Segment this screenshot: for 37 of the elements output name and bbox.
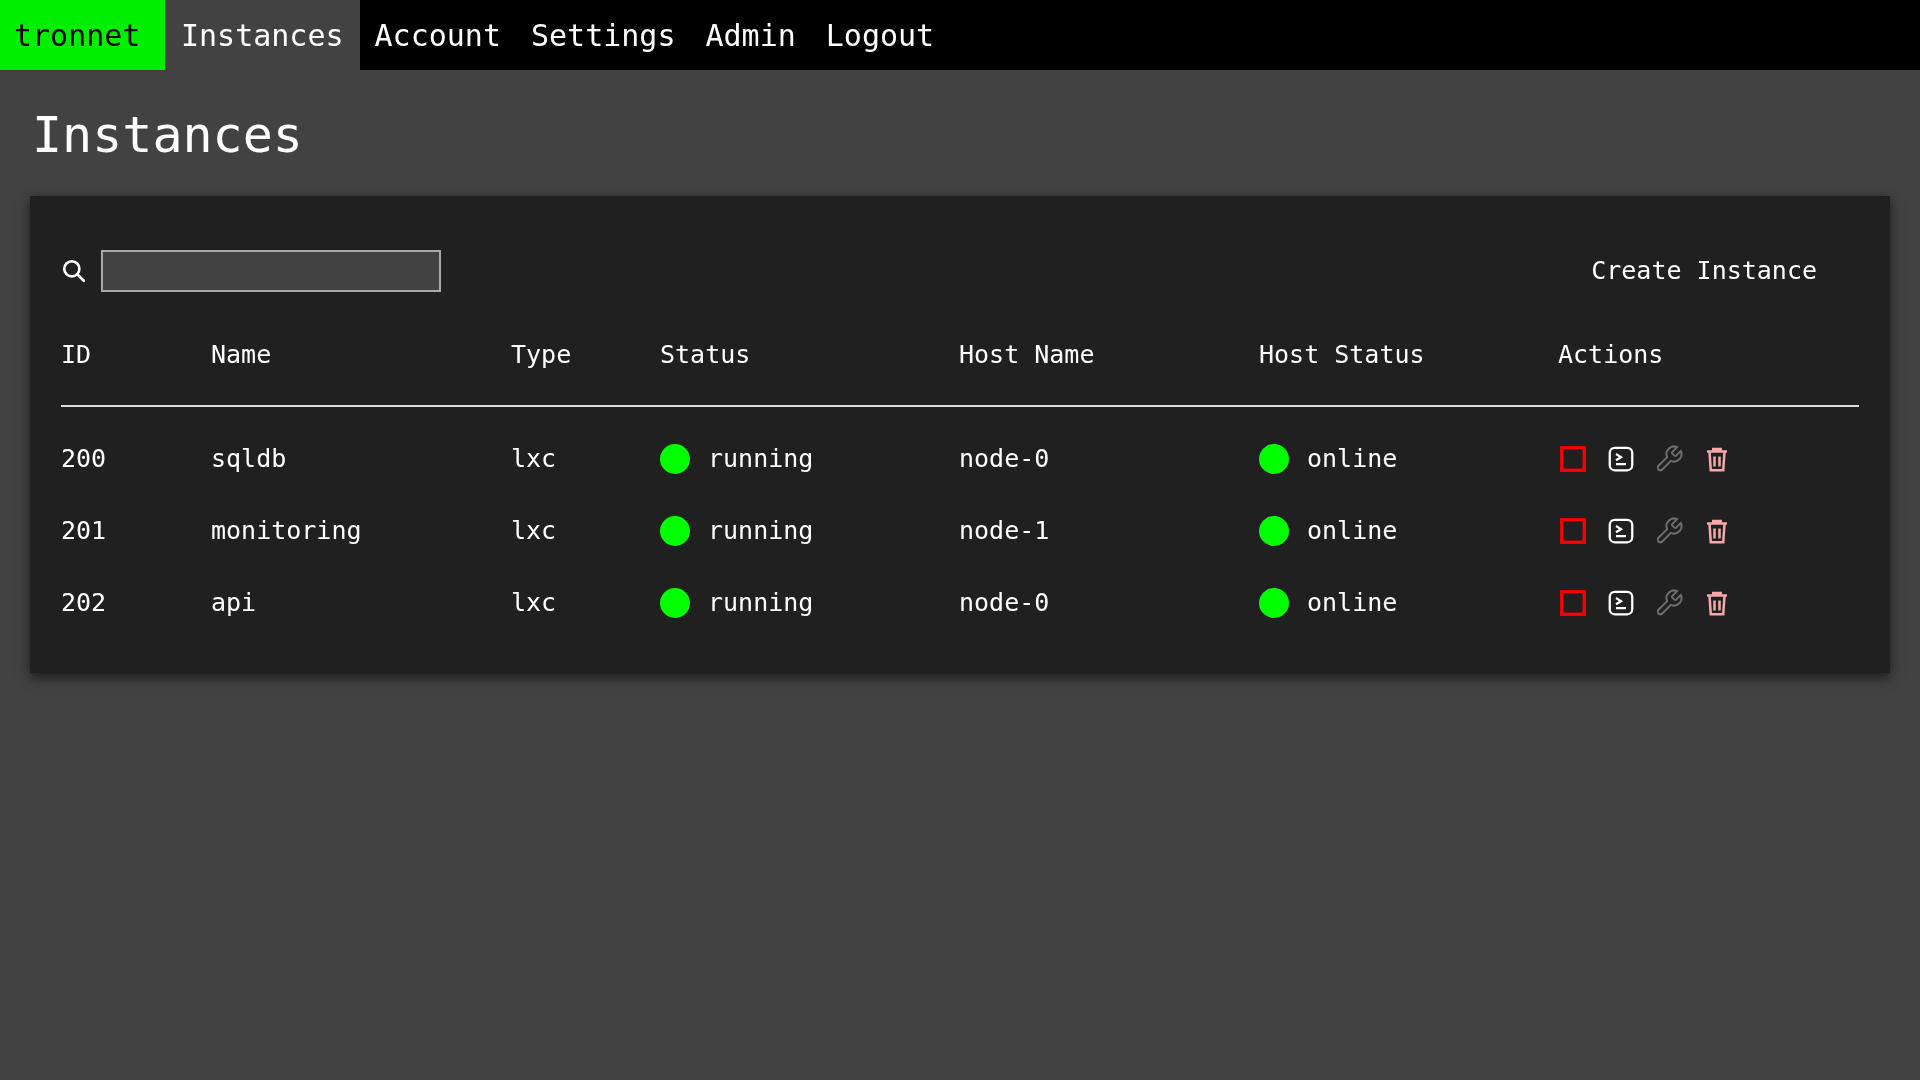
table-cell-text: node-0 — [959, 443, 1050, 476]
console-icon[interactable] — [1606, 444, 1636, 474]
create-instance-button[interactable]: Create Instance — [1581, 248, 1827, 294]
column-header: Name — [211, 338, 272, 371]
table-cell-text: node-0 — [959, 587, 1050, 620]
table-cell-text: lxc — [511, 587, 557, 620]
stop-icon[interactable] — [1558, 588, 1588, 618]
table-cell-text: 200 — [61, 443, 107, 476]
status-text: running — [708, 587, 814, 620]
table-cell-text: sqldb — [211, 443, 287, 476]
search-field[interactable] — [101, 249, 441, 292]
stop-icon[interactable] — [1558, 444, 1588, 474]
column-header: Host Status — [1259, 338, 1425, 371]
status-text: online — [1307, 587, 1398, 620]
table-cell-text: api — [211, 587, 257, 620]
table-cell-text: node-1 — [959, 515, 1050, 548]
search-icon — [61, 257, 87, 284]
status-text: online — [1307, 515, 1398, 548]
table-cell-text: 202 — [61, 587, 107, 620]
status-text: running — [708, 443, 814, 476]
stop-icon[interactable] — [1558, 516, 1588, 546]
console-icon[interactable] — [1606, 588, 1636, 618]
console-icon[interactable] — [1606, 516, 1636, 546]
table-cell-text: 201 — [61, 515, 107, 548]
column-header: ID — [61, 338, 92, 371]
column-header: Host Name — [959, 338, 1095, 371]
table-cell-text: monitoring — [211, 515, 362, 548]
column-header: Type — [511, 338, 572, 371]
status-text: online — [1307, 443, 1398, 476]
nav-link[interactable]: Instances — [165, 0, 360, 70]
page-title: Instances — [32, 110, 303, 160]
table-cell-text: lxc — [511, 443, 557, 476]
column-header: Actions — [1558, 338, 1664, 371]
brand-link[interactable]: tronnet — [0, 0, 165, 70]
table-cell-text: lxc — [511, 515, 557, 548]
column-header: Status — [660, 338, 751, 371]
status-text: running — [708, 515, 814, 548]
